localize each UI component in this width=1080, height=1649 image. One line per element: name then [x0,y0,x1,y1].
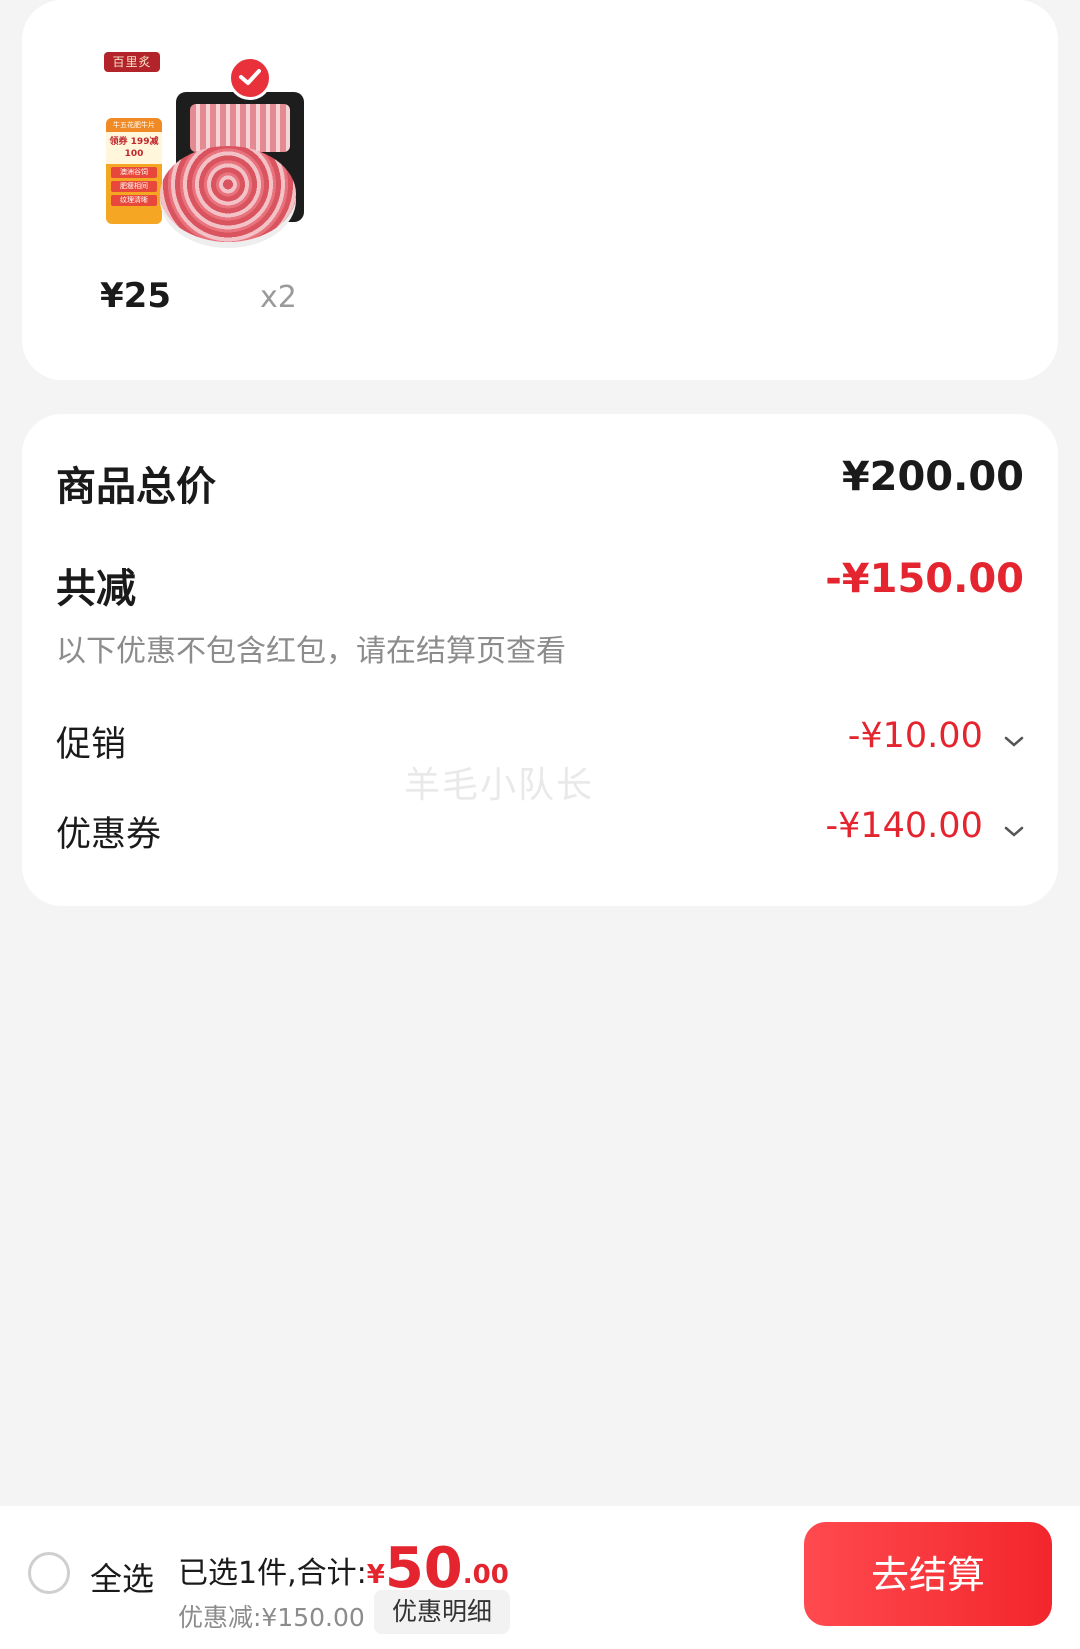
chevron-down-icon[interactable] [1004,717,1024,757]
product-quantity: x2 [260,280,297,315]
promo-sticker-offer: 领券 199减100 [106,132,162,164]
meat-plate-image [160,146,296,242]
select-all-label[interactable]: 全选 [90,1554,154,1600]
total-price-value: ¥200.00 [841,454,1024,500]
chevron-down-icon[interactable] [1004,807,1024,847]
coupon-row[interactable]: -¥140.00 [825,806,1024,847]
discount-note: 以下优惠不包含红包，请在结算页查看 [56,634,566,669]
product-price: ¥25 [100,276,171,316]
promo-sticker-feature: 澳洲谷饲 [111,167,157,178]
select-all-radio[interactable] [28,1552,70,1594]
discount-detail-button[interactable]: 优惠明细 [374,1590,511,1634]
product-image[interactable]: 百里炙 牛五花肥牛片 领券 199减100 澳洲谷饲 肥瘦相间 纹理清晰 [82,34,322,264]
reduction-value: -¥150.00 [825,556,1024,602]
coupon-value: -¥140.00 [825,806,983,846]
product-card: 百里炙 牛五花肥牛片 领券 199减100 澳洲谷饲 肥瘦相间 纹理清晰 ¥25… [22,0,1058,380]
promo-sticker-title: 牛五花肥牛片 [106,118,162,132]
reduction-label: 共减 [56,566,136,612]
promotion-label: 促销 [56,725,127,765]
promotion-row[interactable]: -¥10.00 [848,716,1024,757]
coupon-label: 优惠券 [56,815,162,855]
total-price-label: 商品总价 [56,464,216,510]
watermark: 羊毛小队长 [404,765,595,806]
brand-logo: 百里炙 [104,52,160,72]
price-summary-card: 商品总价 ¥200.00 共减 -¥150.00 以下优惠不包含红包，请在结算页… [22,414,1058,906]
checkout-bar: 全选 已选1件,合计:¥50.00 优惠减:¥150.00 优惠明细 去结算 [0,1506,1080,1649]
promo-sticker-feature: 纹理清晰 [111,195,157,206]
promotion-value: -¥10.00 [847,716,983,756]
checkout-button[interactable]: 去结算 [804,1522,1052,1626]
promo-sticker: 牛五花肥牛片 领券 199减100 澳洲谷饲 肥瘦相间 纹理清晰 [106,118,162,224]
selected-count-text: 已选1件,合计: [178,1556,367,1591]
promo-sticker-feature: 肥瘦相间 [111,181,157,192]
total-currency: ¥ [366,1560,385,1590]
selected-check-icon[interactable] [228,56,272,100]
discount-summary: 优惠减:¥150.00 [178,1603,365,1632]
total-amount-decimal: .00 [462,1560,509,1590]
